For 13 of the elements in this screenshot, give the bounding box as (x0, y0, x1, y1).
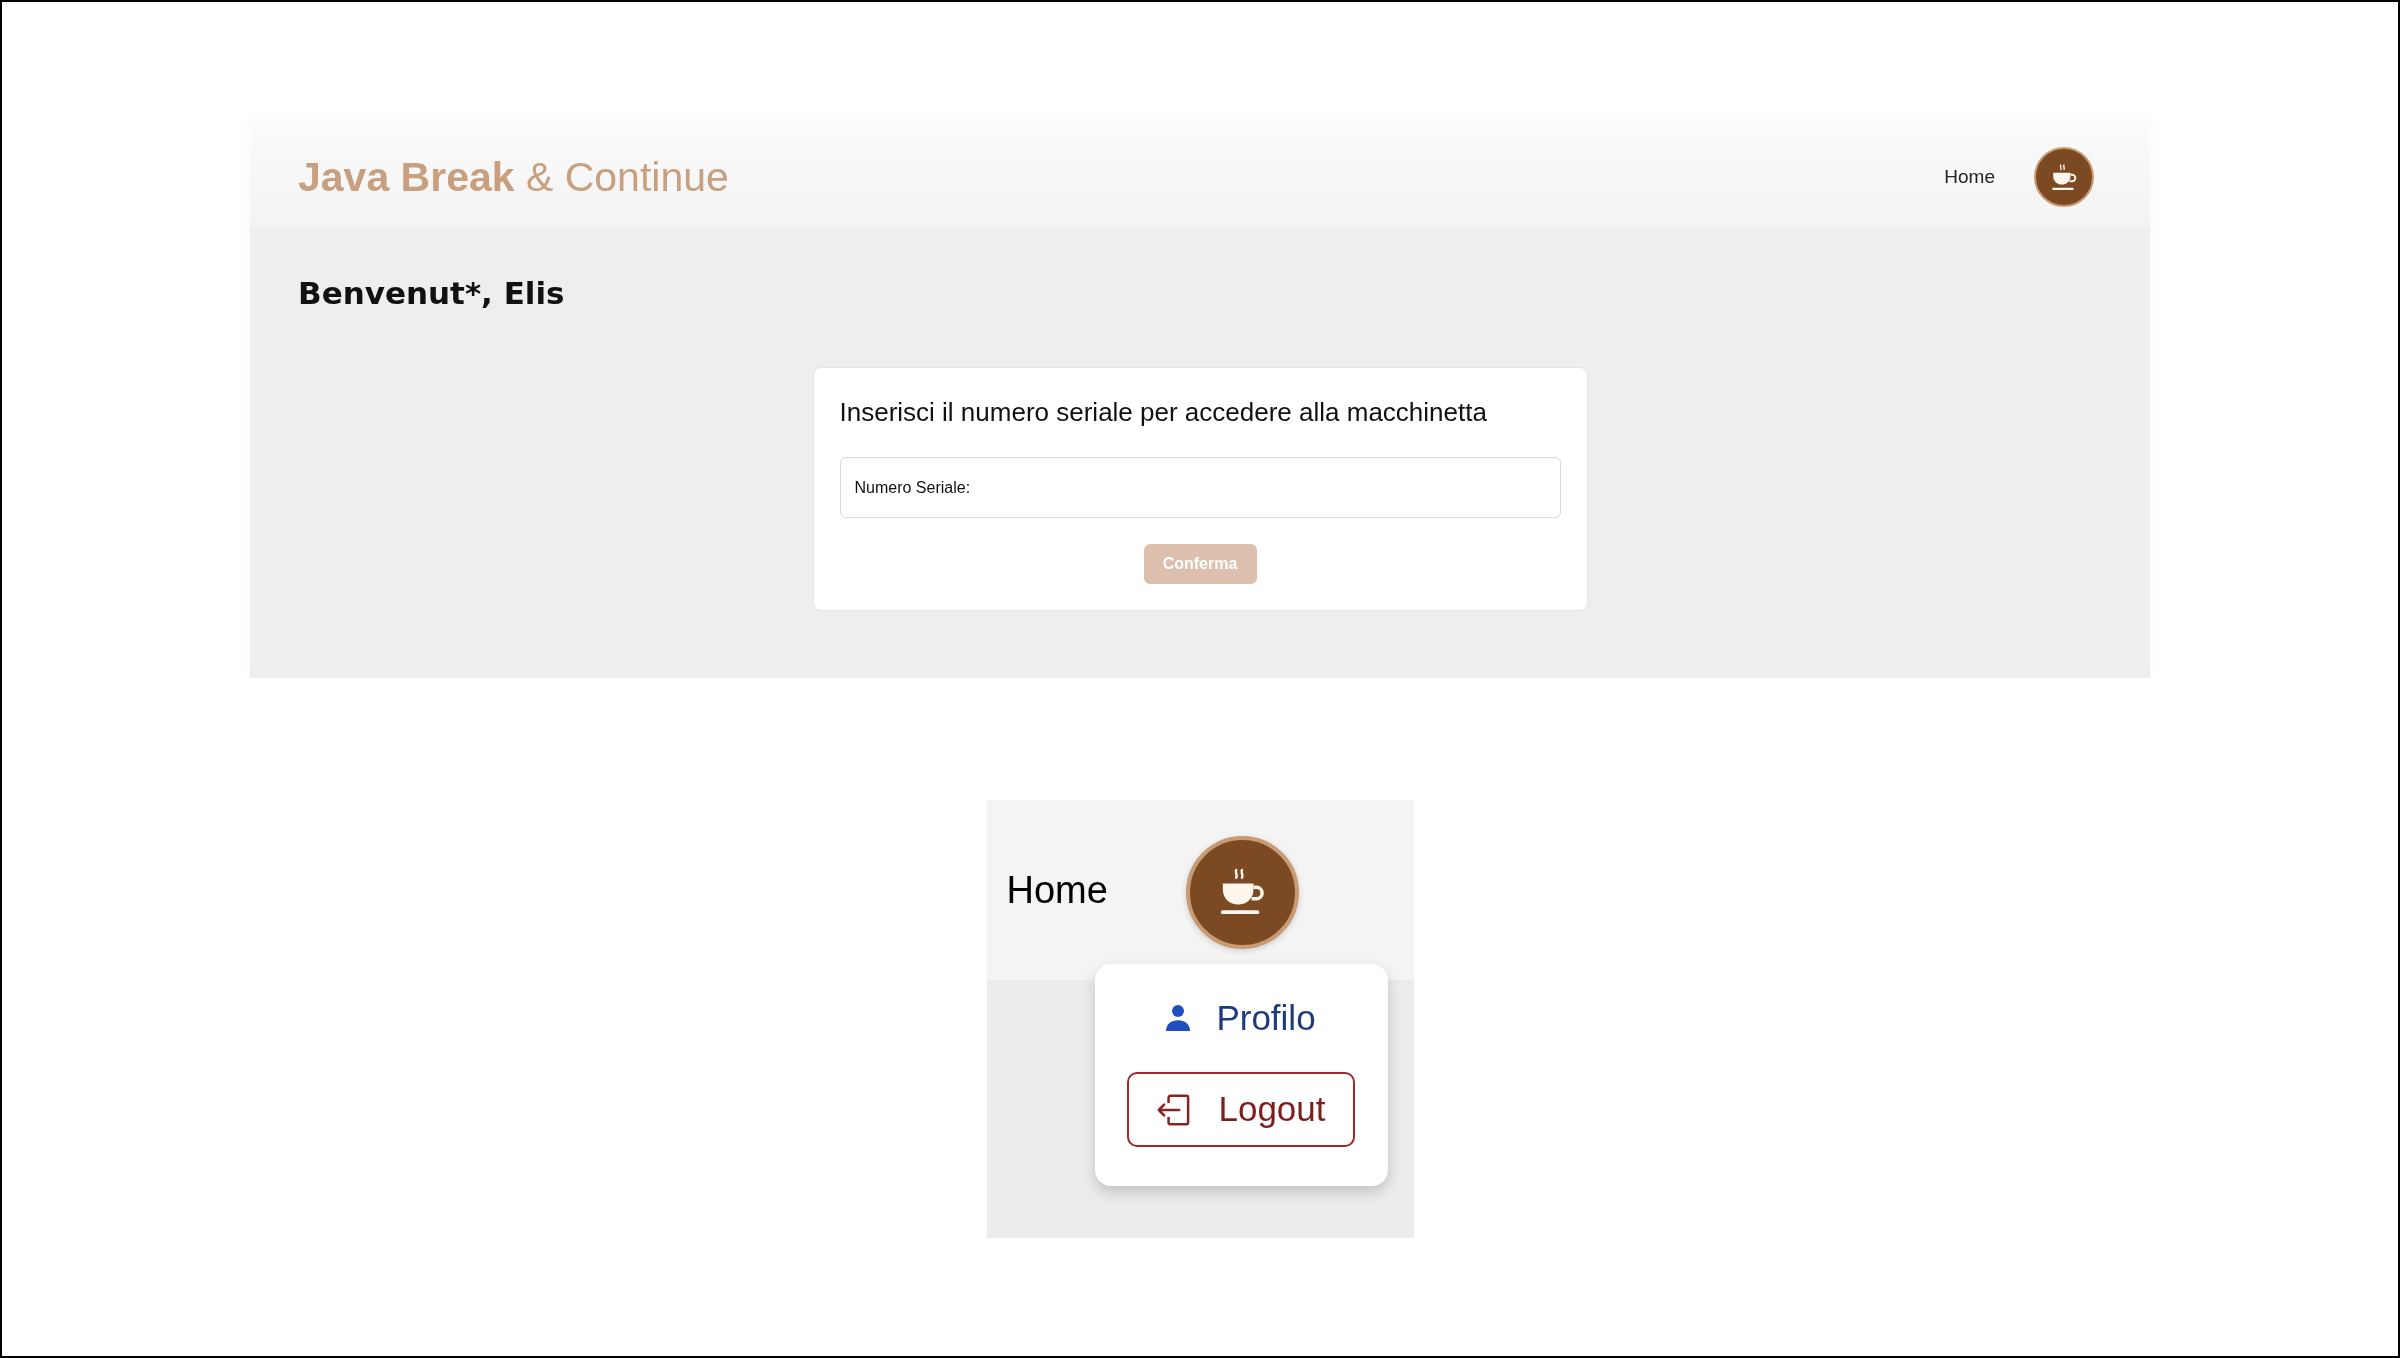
profile-link[interactable]: Profilo (1166, 996, 1316, 1040)
coffee-cup-icon (1219, 868, 1266, 916)
logo-text: Java Break & Continue (298, 153, 729, 202)
card-title: Inserisci il numero seriale per accedere alla macchinetta (839, 396, 1487, 428)
logout-button[interactable]: Logout (1127, 1072, 1355, 1147)
coffee-cup-icon (2051, 163, 2077, 191)
person-icon (1166, 1005, 1191, 1031)
serial-input[interactable]: Numero Seriale: (839, 457, 1561, 518)
logout-icon (1156, 1093, 1191, 1126)
avatar-button[interactable] (2034, 147, 2094, 207)
home-link[interactable]: Home (1006, 867, 1108, 913)
home-link[interactable]: Home (1944, 162, 1995, 192)
welcome-heading: Benvenut*, Elis (298, 274, 565, 313)
